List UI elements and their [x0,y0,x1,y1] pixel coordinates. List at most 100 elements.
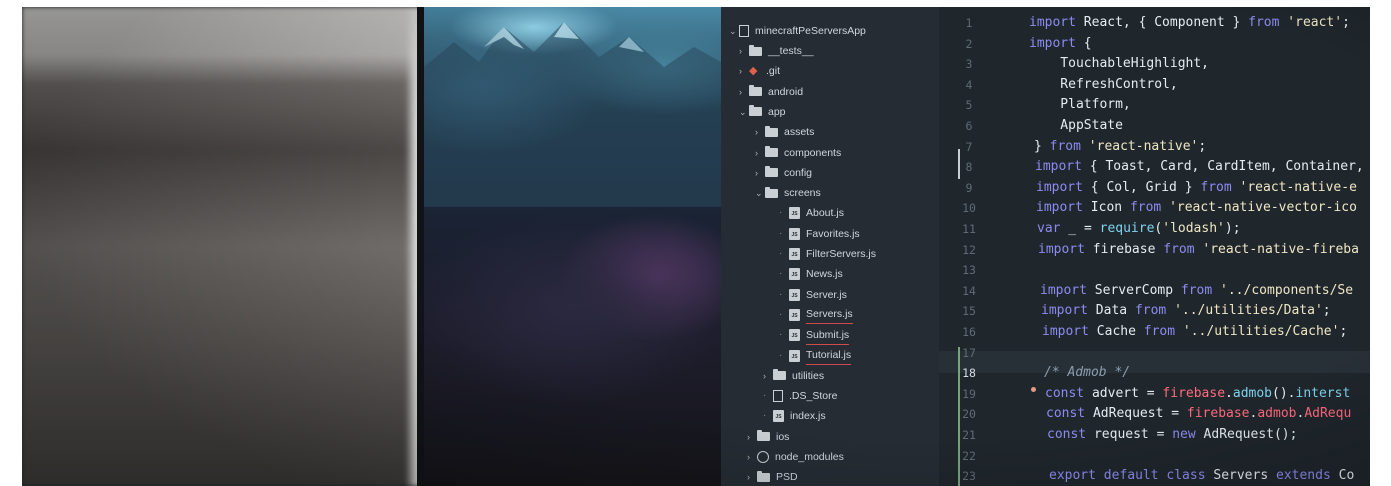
code-line[interactable]: AppState [1029,118,1123,133]
folder-icon [773,369,786,381]
code-line[interactable]: import ServerComp from '../components/Se [1040,283,1353,298]
line-number: 19 [962,386,976,401]
tree-item-label: ios [776,430,790,443]
tree-item[interactable]: › PSD [747,468,798,486]
tree-dot-icon: · [779,207,783,219]
code-line[interactable]: const advert = firebase.admob().interst [1045,386,1350,401]
tree-item[interactable]: · JS Servers.js [779,306,853,325]
tree-item-label: .DS_Store [789,390,838,403]
code-line[interactable]: import { [1029,36,1092,51]
line-number: 5 [965,98,973,113]
code-line[interactable]: export default class Servers extends Co [1049,468,1354,483]
tree-item-label: screens [784,187,821,200]
tree-dot-icon: · [779,227,783,239]
tree-root-label: minecraftPeServersApp [755,25,866,37]
line-number: 7 [965,139,973,154]
code-line[interactable]: Platform, [1029,97,1130,112]
code-line[interactable]: const request = new AdRequest(); [1047,427,1297,442]
folder-icon [765,166,778,178]
line-number: 10 [962,201,976,216]
chevron-down-icon: ⌄ [739,106,747,117]
tree-item[interactable]: · JS News.js [779,265,843,283]
tree-item-label: Favorites.js [806,227,860,240]
code-editor[interactable]: 1 import React, { Component } from 'react… [939,7,1370,486]
js-file-icon: JS [789,288,800,301]
folder-icon [757,470,770,482]
chevron-right-icon: › [747,431,750,442]
tree-item[interactable]: ⌄ screens [755,184,821,202]
code-line[interactable]: var _ = require('lodash'); [1037,221,1241,236]
tree-item[interactable]: › ios [747,428,789,446]
code-line[interactable]: import { Col, Grid } from 'react-native-… [1036,180,1357,195]
code-line[interactable]: import Data from '../utilities/Data'; [1041,303,1331,318]
tree-dot-icon: · [779,248,783,259]
js-file-icon: JS [789,349,800,362]
tree-item[interactable]: · JS Tutorial.js [779,346,852,365]
tree-item[interactable]: · JS index.js [763,407,826,425]
code-line[interactable]: import React, { Component } from 'react'… [1029,15,1350,30]
line-number: 8 [965,160,973,175]
tree-item[interactable]: › node_modules [747,448,844,466]
chevron-down-icon: ⌄ [755,188,763,199]
chevron-right-icon: › [755,167,758,178]
tree-dot-icon: · [779,268,783,280]
code-line[interactable]: /* Admob */ [1044,365,1130,380]
folder-icon [765,146,778,157]
tree-item[interactable]: › config [755,164,812,182]
tree-item[interactable]: › android [739,83,803,101]
line-number: 9 [965,180,973,195]
tree-item-label: components [784,146,842,159]
tree-item[interactable]: · JS Submit.js [779,326,850,345]
code-line[interactable]: TouchableHighlight, [1029,56,1209,71]
code-line[interactable]: const AdRequest = firebase.admob.AdRequ [1046,406,1351,421]
js-file-icon: JS [789,329,800,342]
blurred-background [22,7,425,486]
breakpoint-dot-icon [1031,387,1036,392]
line-number: 12 [962,242,976,257]
code-line[interactable]: import Cache from '../utilities/Cache'; [1042,324,1347,339]
tree-item-label: FilterServers.js [806,248,877,260]
line-number: 14 [962,283,976,298]
tree-item[interactable]: · JS Server.js [779,286,847,304]
tree-dot-icon: · [763,410,767,422]
code-line[interactable]: } from 'react-native'; [1034,139,1206,154]
js-file-icon: JS [789,248,800,260]
tree-item-label: __tests__ [768,45,814,57]
tree-item[interactable]: · .DS_Store [763,387,837,405]
tree-item[interactable]: · JS Favorites.js [779,225,860,243]
line-number: 11 [962,222,976,236]
tree-root[interactable]: ⌄ minecraftPeServersApp [729,22,866,40]
js-file-icon: JS [789,207,800,220]
chevron-right-icon: › [747,472,750,483]
tree-item[interactable]: › components [755,144,841,162]
tree-item[interactable]: › __tests__ [739,42,814,60]
tree-item[interactable]: › ◆ .git [739,62,780,80]
tree-item-label: app [768,105,786,118]
code-line[interactable]: import { Toast, Card, CardItem, Containe… [1035,159,1364,174]
tree-item-label: News.js [806,268,843,281]
tree-dot-icon: · [763,390,767,402]
line-number: 4 [965,77,973,92]
folder-icon [757,430,770,442]
js-file-icon: JS [789,268,800,281]
line-number: 15 [962,304,976,319]
chevron-down-icon: ⌄ [729,26,737,36]
tree-item[interactable]: ⌄ app [739,103,786,121]
tree-item[interactable]: · JS About.js [779,204,844,222]
tree-item[interactable]: · JS FilterServers.js [779,245,876,263]
tree-item[interactable]: › utilities [763,367,824,385]
photo-frame: ⌄ minecraftPeServersApp › __tests__ › ◆ .git… [22,7,1370,486]
tree-dot-icon: · [779,329,783,341]
folder-icon [765,125,778,137]
line-number: 6 [965,119,973,133]
code-line[interactable]: RefreshControl, [1029,77,1177,92]
line-number: 21 [962,428,976,442]
tree-item-label: node_modules [775,451,844,463]
chevron-right-icon: › [739,66,742,77]
code-line[interactable]: import Icon from 'react-native-vector-ic… [1036,200,1357,215]
folder-icon [749,85,762,97]
tree-item[interactable]: › assets [755,123,814,141]
code-line[interactable]: import firebase from 'react-native-fireb… [1038,242,1359,257]
tree-item-label: index.js [790,410,826,423]
tree-item-label: Tutorial.js [806,346,852,365]
